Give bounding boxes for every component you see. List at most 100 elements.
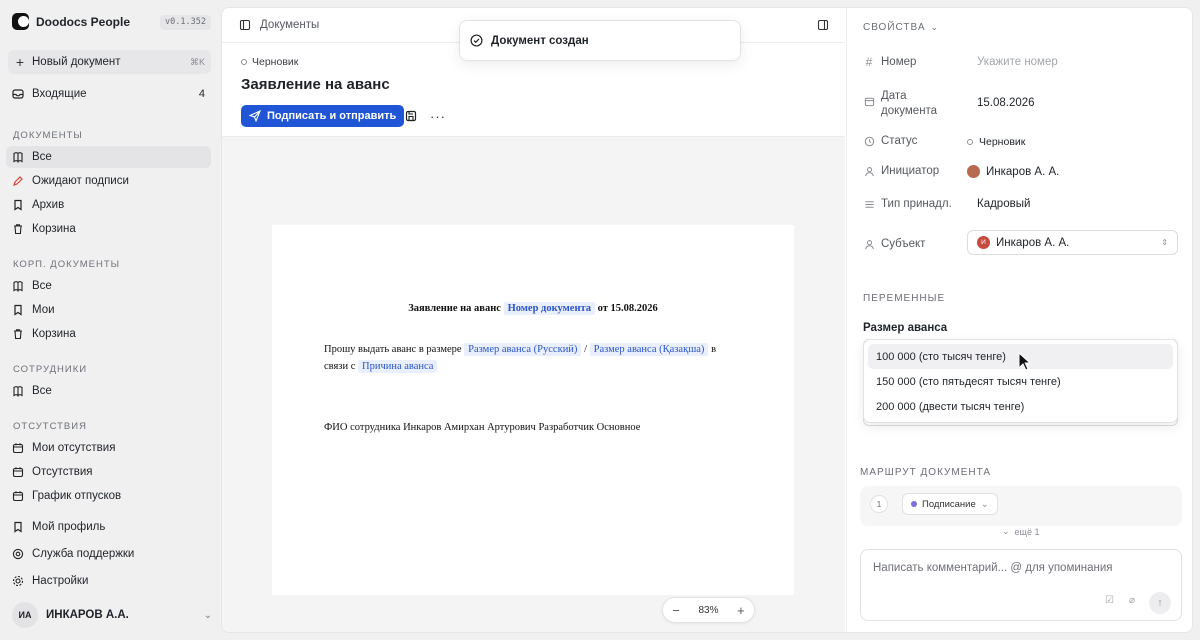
sidebar-item-archive[interactable]: Архив	[6, 194, 211, 216]
sign-and-send-button[interactable]: Подписать и отправить	[241, 105, 405, 127]
prop-label: Инициатор	[881, 165, 940, 177]
panel-toggle-icon[interactable]	[817, 19, 829, 34]
chevron-down-icon: ⌄	[930, 22, 940, 32]
variable-chip-number[interactable]: Номер документа	[503, 302, 596, 315]
variable-chip-amount-kz[interactable]: Размер аванса (Қазақша)	[589, 343, 709, 356]
sidebar-item-corp-mine[interactable]: Мои	[6, 299, 211, 321]
prop-initiator: Инициатор	[863, 165, 939, 177]
chevron-updown-icon: ⇕	[1161, 238, 1168, 247]
route-header: Маршрут документа	[860, 467, 992, 478]
zoom-out-button[interactable]: −	[672, 603, 680, 618]
sidebar-item-absences[interactable]: Отсутствия	[6, 461, 211, 483]
sidebar-item-awaiting-signature[interactable]: Ожидают подписи	[6, 170, 211, 192]
breadcrumb[interactable]: Документы	[260, 19, 319, 31]
dropdown-option[interactable]: 200 000 (двести тысяч тенге)	[868, 394, 1173, 419]
paragraph-slash: /	[584, 344, 587, 355]
app-logo-icon	[12, 13, 29, 30]
section-label-absences: Отсутствия	[13, 421, 87, 432]
variable-chip-reason[interactable]: Причина аванса	[358, 360, 438, 373]
dropdown-option[interactable]: 150 000 (сто пятьдесят тысяч тенге)	[868, 369, 1173, 394]
variables-header: Переменные	[863, 293, 946, 304]
more-options-button[interactable]: ···	[429, 107, 447, 125]
prop-subject: Субъект	[863, 238, 925, 250]
type-value[interactable]: Кадровый	[977, 198, 1030, 210]
route-step-number: 1	[870, 495, 888, 513]
toast-notification: Документ создан	[459, 20, 741, 61]
document-canvas: Заявление на аванс Номер документа от 15…	[222, 137, 845, 632]
route-stage-label: Подписание	[922, 498, 976, 510]
sidebar-toggle-icon[interactable]	[239, 19, 251, 34]
hash-icon: #	[865, 55, 873, 69]
subject-name: Инкаров А. А.	[996, 236, 1070, 249]
zoom-control: − 83% +	[662, 597, 755, 623]
variable-chip-amount-ru[interactable]: Размер аванса (Русский)	[464, 343, 582, 356]
document-page: Заявление на аванс Номер документа от 15…	[272, 225, 794, 595]
subject-select[interactable]: И Инкаров А. А. ⇕	[967, 230, 1178, 255]
user-icon	[12, 521, 24, 533]
sidebar-item-documents-all[interactable]: Все	[6, 146, 211, 168]
prop-date: Дата документа	[863, 89, 941, 119]
calendar-icon	[12, 442, 24, 454]
inbox-count: 4	[198, 88, 205, 100]
help-icon	[12, 548, 24, 560]
properties-panel: Свойства ⌄ # Номер Укажите номер Дата до…	[846, 8, 1192, 632]
sidebar-item-corp-trash[interactable]: Корзина	[6, 323, 211, 345]
sidebar-item-label: Настройки	[32, 575, 89, 587]
zoom-in-button[interactable]: +	[737, 603, 745, 618]
route-stage-select[interactable]: Подписание ⌄	[902, 493, 998, 515]
paper-employee-line: ФИО сотрудника Инкаров Амирхан Артурович…	[324, 422, 641, 433]
attach-icon[interactable]: ⌀	[1129, 595, 1135, 606]
plus-icon: +	[15, 54, 25, 70]
sidebar-item-label: Отсутствия	[32, 466, 93, 478]
brand[interactable]: Doodocs People	[12, 13, 130, 30]
zoom-level: 83%	[698, 604, 719, 616]
variable-label: Размер аванса	[863, 322, 948, 334]
comment-input[interactable]: Написать комментарий... @ для упоминания…	[860, 549, 1182, 621]
prop-status: Статус	[863, 135, 917, 147]
save-button[interactable]	[402, 107, 420, 125]
sidebar-item-label: Все	[32, 151, 52, 163]
sidebar-item-label: Служба поддержки	[32, 548, 135, 560]
status-dot-icon	[241, 59, 247, 65]
sidebar-item-profile[interactable]: Мой профиль	[6, 516, 211, 538]
save-icon	[405, 110, 417, 122]
status-dot-icon	[967, 139, 973, 145]
sidebar-item-my-absences[interactable]: Мои отсутствия	[6, 437, 211, 459]
sidebar-item-label: Архив	[32, 199, 65, 211]
prop-label: Номер	[881, 56, 917, 68]
gear-icon	[12, 575, 24, 587]
sidebar-item-label: Мой профиль	[32, 521, 106, 533]
properties-header[interactable]: Свойства ⌄	[863, 22, 939, 33]
sidebar-item-corp-all[interactable]: Все	[6, 275, 211, 297]
user-icon	[863, 165, 875, 177]
send-comment-button[interactable]: ↑	[1149, 592, 1171, 614]
paper-title-date: от 15.08.2026	[597, 303, 658, 314]
section-label-documents: Документы	[13, 130, 83, 141]
book-icon	[12, 151, 24, 163]
sidebar-item-label: Все	[32, 385, 52, 397]
number-field[interactable]: Укажите номер	[977, 56, 1058, 68]
status-text: Черновик	[252, 56, 299, 68]
sidebar-item-inbox[interactable]: Входящие 4	[6, 83, 211, 105]
sidebar-item-vacation-schedule[interactable]: График отпусков	[6, 485, 211, 507]
sidebar-item-support[interactable]: Служба поддержки	[6, 543, 211, 565]
sign-button-label: Подписать и отправить	[267, 110, 397, 122]
route-show-more[interactable]: ⌄ ещё 1	[1002, 526, 1039, 537]
new-document-button[interactable]: + Новый документ ⌘K	[8, 50, 211, 74]
sidebar-item-label: Мои	[32, 304, 55, 316]
section-label-employees: Сотрудники	[13, 364, 88, 375]
date-field[interactable]: 15.08.2026	[977, 97, 1035, 109]
user-menu[interactable]: ИА ИНКАРОВ А.А. ⌄	[12, 602, 212, 628]
prop-type: Тип принадл.	[863, 198, 952, 210]
sidebar-item-settings[interactable]: Настройки	[6, 570, 211, 592]
sidebar-item-label: Все	[32, 280, 52, 292]
version-badge: v0.1.352	[160, 15, 211, 30]
checklist-icon[interactable]: ☑	[1105, 595, 1114, 606]
sidebar-item-trash[interactable]: Корзина	[6, 218, 211, 240]
book-icon	[12, 280, 24, 292]
sidebar-item-employees-all[interactable]: Все	[6, 380, 211, 402]
user-icon	[863, 238, 875, 250]
paper-paragraph: Прошу выдать аванс в размере Размер аван…	[324, 341, 724, 375]
status-badge: Черновик	[241, 56, 298, 68]
inbox-icon	[12, 88, 24, 100]
